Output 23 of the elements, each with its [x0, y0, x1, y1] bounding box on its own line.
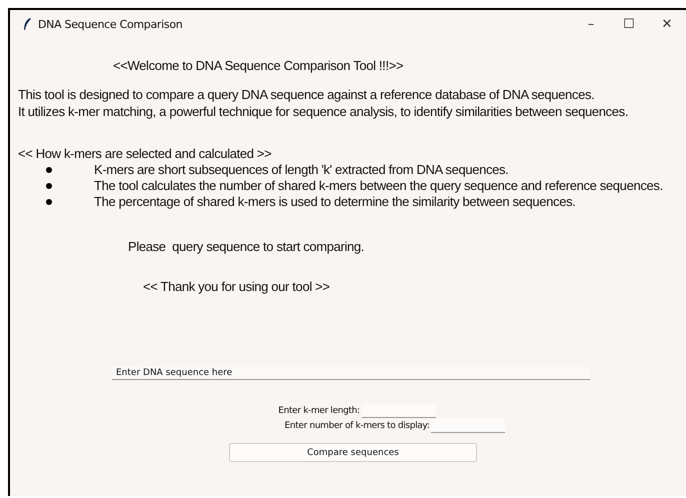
input-field[interactable]: [362, 404, 436, 418]
intro-text: This tool is designed to compare a query DNA sequence against a reference database of DNA sequences.: [18, 86, 596, 103]
field-label: Enter number of k-mers to display:: [284, 421, 430, 431]
bullet-text: The tool calculates the number of shared k-mers between the query sequence and reference sequences.: [94, 178, 663, 194]
section-heading: << How k-mers are selected and calculated >>: [18, 146, 272, 162]
bullet-text: The percentage of shared k-mers is used to determine the similarity between sequences.: [94, 194, 576, 210]
input-field[interactable]: [431, 419, 506, 433]
field-label: Enter k-mer length:: [278, 406, 360, 416]
maximize-button[interactable]: ☐: [610, 11, 648, 37]
welcome-heading: <<Welcome to DNA Sequence Comparison Tool !!!>>: [113, 58, 404, 73]
prompt-text: Please query sequence to start comparing.: [128, 239, 366, 254]
close-button[interactable]: ✕: [648, 11, 686, 37]
feather-icon: [22, 17, 32, 31]
intro-text: It utilizes k-mer matching, a powerful technique for sequence analysis, to identify similarities between sequences.: [18, 103, 630, 120]
window-title: DNA Sequence Comparison: [38, 18, 182, 30]
compare-button[interactable]: Compare sequences: [229, 443, 477, 462]
minimize-button[interactable]: –: [572, 11, 610, 37]
bullet-icon: [46, 167, 52, 173]
sequence-field[interactable]: Enter DNA sequence here: [112, 366, 590, 380]
bullet-icon: [46, 199, 52, 205]
thanks-text: << Thank you for using our tool >>: [143, 279, 331, 294]
bullet-icon: [46, 183, 52, 189]
bullet-text: K-mers are short subsequences of length 'k' extracted from DNA sequences.: [94, 162, 508, 178]
